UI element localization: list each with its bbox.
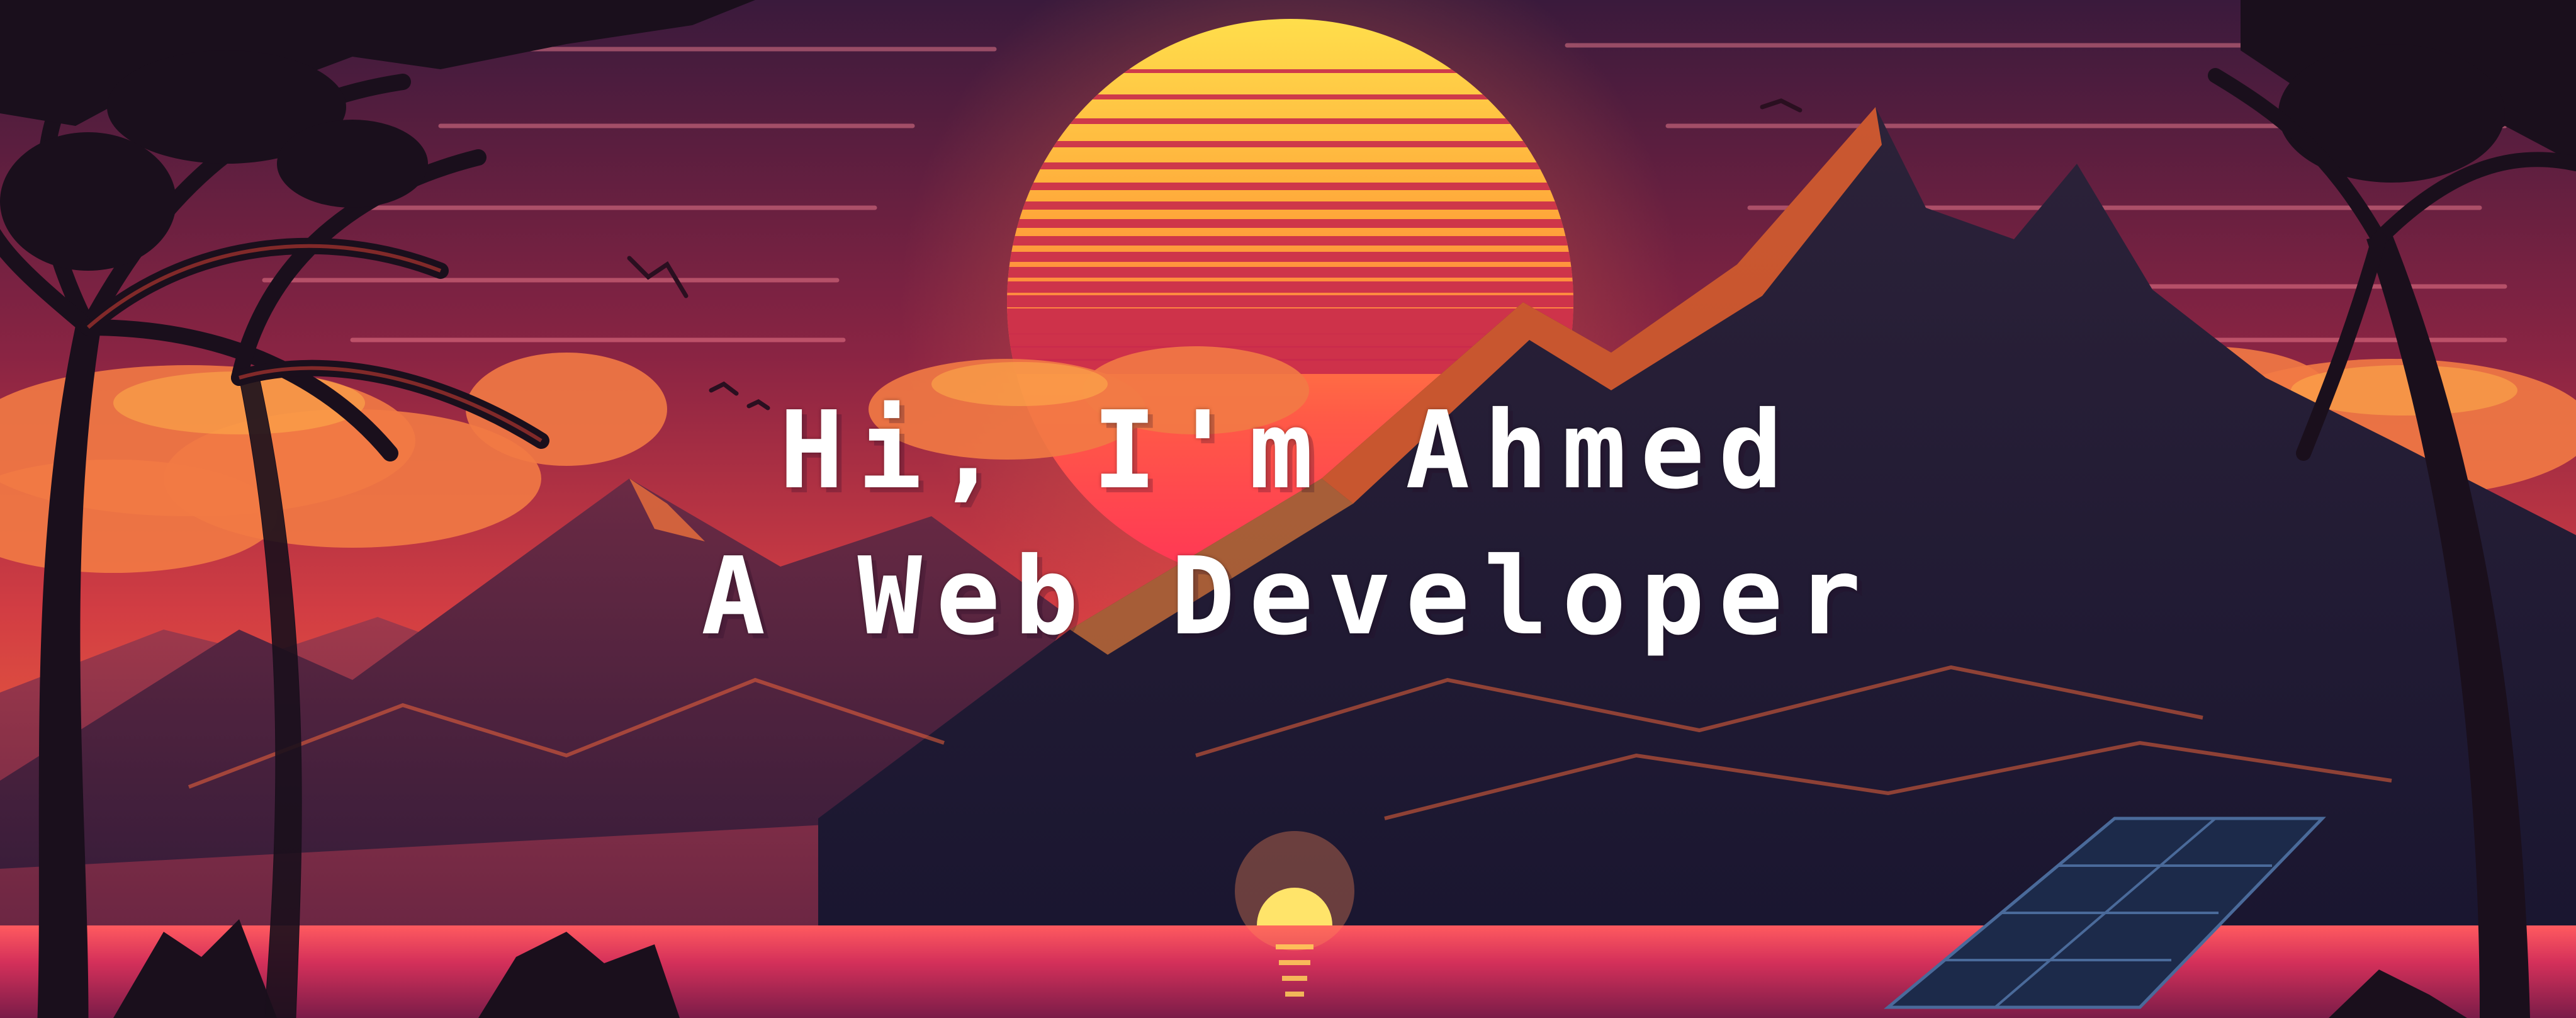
hero-headline: Hi, I'm Ahmed A Web Developer (0, 378, 2576, 670)
role-line: A Web Developer (700, 534, 1876, 659)
greeting-line: Hi, I'm Ahmed (779, 388, 1797, 513)
hero-banner: Hi, I'm Ahmed A Web Developer (0, 0, 2576, 1018)
